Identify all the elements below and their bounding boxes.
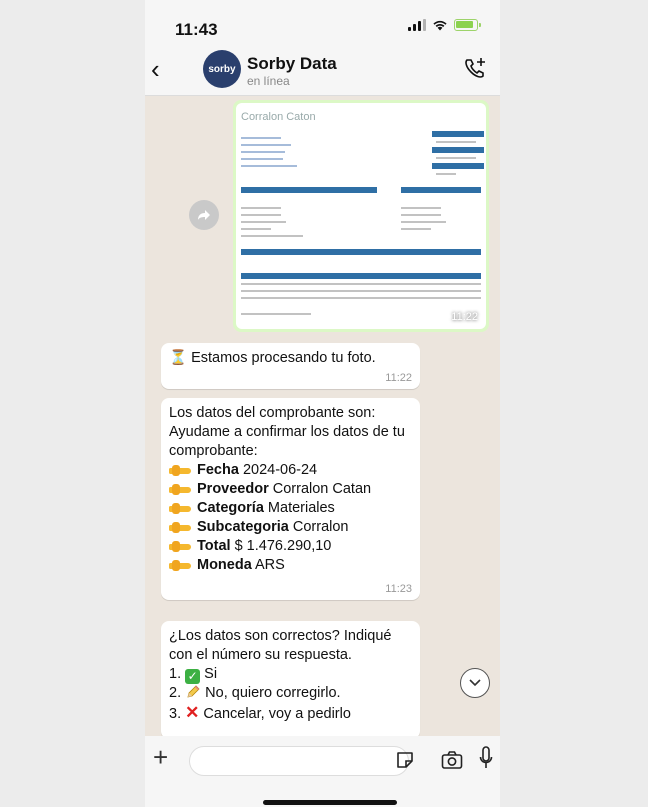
hourglass-icon: ⏳ — [169, 350, 188, 366]
field-row: Total $ 1.476.290,10 — [169, 537, 412, 556]
pointing-hand-icon — [169, 464, 191, 476]
pointing-hand-icon — [169, 540, 191, 552]
processing-message: ⏳ Estamos procesando tu foto. 11:22 — [161, 343, 420, 389]
scroll-down-button[interactable] — [460, 668, 490, 698]
status-icons — [408, 19, 481, 31]
field-row: Subcategoria Corralon — [169, 518, 412, 537]
option-row[interactable]: 3. ✕ Cancelar, voy a pedirlo — [169, 703, 412, 724]
status-time: 11:43 — [175, 20, 218, 39]
share-icon[interactable] — [189, 200, 219, 230]
field-row: Categoría Materiales — [169, 499, 412, 518]
confirmation-message: ¿Los datos son correctos? Indiqué con el… — [161, 621, 420, 739]
doc-title: Corralon Caton — [241, 111, 316, 123]
contact-status: en línea — [247, 74, 290, 88]
field-row: Proveedor Corralon Catan — [169, 480, 412, 499]
message-text: Estamos procesando tu foto. — [191, 350, 376, 366]
receipt-data-message: Los datos del comprobante son: Ayudame a… — [161, 398, 420, 600]
field-row: Moneda ARS — [169, 556, 412, 575]
cross-mark-icon: ✕ — [185, 703, 200, 722]
signal-icon — [408, 19, 426, 31]
message-time: 11:22 — [385, 372, 412, 384]
avatar[interactable]: sorby — [203, 50, 241, 88]
question-text: ¿Los datos son correctos? Indiqué con el… — [169, 628, 392, 663]
plus-icon[interactable]: + — [153, 744, 168, 770]
status-bar: 11:43 — [145, 0, 500, 44]
check-mark-icon: ✓ — [185, 669, 201, 684]
message-input[interactable] — [189, 746, 409, 776]
home-indicator — [263, 800, 397, 805]
pointing-hand-icon — [169, 502, 191, 514]
back-icon[interactable]: ‹ — [151, 56, 160, 82]
sticker-icon[interactable] — [395, 750, 415, 770]
pencil-icon — [187, 685, 200, 698]
call-add-icon[interactable] — [462, 56, 488, 82]
battery-icon — [454, 19, 481, 31]
pointing-hand-icon — [169, 559, 191, 571]
contact-name[interactable]: Sorby Data — [247, 54, 337, 74]
image-message[interactable]: Corralon Caton 11:22 — [233, 100, 489, 332]
left-margin — [0, 0, 145, 807]
right-margin — [500, 0, 648, 807]
invoice-image: Corralon Caton 11:22 — [236, 103, 486, 329]
chevron-down-icon — [469, 679, 481, 687]
pointing-hand-icon — [169, 521, 191, 533]
field-row: Fecha 2024-06-24 — [169, 461, 412, 480]
option-row[interactable]: 2. No, quiero corregirlo. — [169, 684, 412, 703]
message-intro: Los datos del comprobante son: Ayudame a… — [169, 405, 405, 459]
option-row[interactable]: 1. ✓ Si — [169, 665, 412, 684]
camera-icon[interactable] — [441, 750, 463, 770]
input-bar: + — [145, 736, 500, 807]
wifi-icon — [433, 20, 447, 31]
chat-area: Corralon Caton 11:22 ⏳ Estamos procesand… — [145, 96, 500, 739]
phone-screen: 11:43 ‹ sorby Sorby Data en línea Corral… — [145, 0, 500, 807]
mic-icon[interactable] — [479, 746, 493, 772]
pointing-hand-icon — [169, 483, 191, 495]
image-time: 11:22 — [451, 311, 478, 323]
message-time: 11:23 — [385, 583, 412, 595]
chat-header: ‹ sorby Sorby Data en línea — [145, 44, 500, 96]
